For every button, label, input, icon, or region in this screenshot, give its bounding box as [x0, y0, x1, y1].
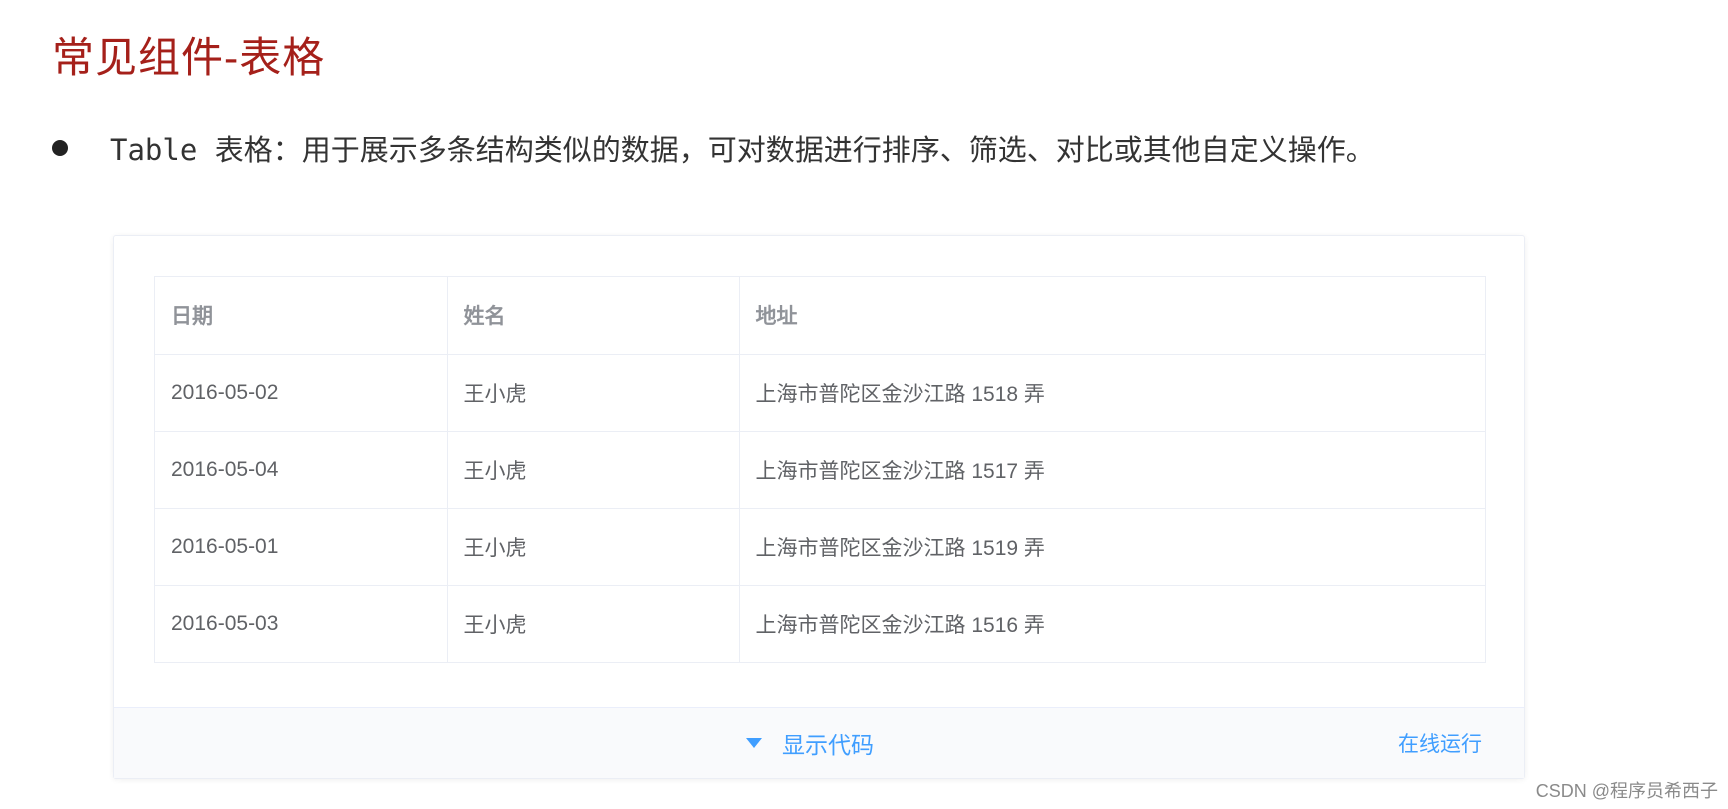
bullet-text: Table 表格：用于展示多条结构类似的数据，可对数据进行排序、筛选、对比或其他… — [110, 133, 1375, 167]
cell-date: 2016-05-04 — [155, 431, 448, 509]
show-code-button[interactable]: 显示代码 — [746, 726, 874, 760]
cell-name: 王小虎 — [447, 585, 740, 662]
cell-name: 王小虎 — [447, 508, 740, 586]
caret-down-icon — [746, 738, 762, 748]
cell-date: 2016-05-03 — [155, 585, 448, 662]
cell-date: 2016-05-01 — [155, 508, 448, 586]
show-code-label: 显示代码 — [782, 732, 874, 758]
cell-name: 王小虎 — [447, 431, 740, 509]
cell-name: 王小虎 — [447, 354, 740, 432]
bullet-dot-icon — [52, 140, 68, 156]
cell-address: 上海市普陀区金沙江路 1518 弄 — [739, 354, 1485, 432]
cell-date: 2016-05-02 — [155, 354, 448, 432]
table-row: 2016-05-03 王小虎 上海市普陀区金沙江路 1516 弄 — [155, 585, 1485, 662]
data-table: 日期 姓名 地址 2016-05-02 王小虎 上海市普陀区金沙江路 1518 … — [154, 276, 1486, 663]
table-row: 2016-05-01 王小虎 上海市普陀区金沙江路 1519 弄 — [155, 508, 1485, 586]
table-row: 2016-05-02 王小虎 上海市普陀区金沙江路 1518 弄 — [155, 354, 1485, 432]
run-online-link[interactable]: 在线运行 — [1398, 728, 1482, 758]
cell-address: 上海市普陀区金沙江路 1519 弄 — [739, 508, 1485, 586]
column-header-date: 日期 — [155, 277, 448, 355]
column-header-name: 姓名 — [447, 277, 740, 355]
watermark: CSDN @程序员希西子 — [1535, 781, 1718, 801]
column-header-address: 地址 — [739, 277, 1485, 355]
slide-title: 常见组件-表格 — [52, 33, 326, 82]
bullet-item: Table 表格：用于展示多条结构类似的数据，可对数据进行排序、筛选、对比或其他… — [52, 124, 1375, 172]
cell-address: 上海市普陀区金沙江路 1516 弄 — [755, 613, 1045, 637]
demo-footer: 显示代码 在线运行 — [114, 707, 1524, 778]
table-header-row: 日期 姓名 地址 — [155, 277, 1485, 355]
demo-block: 日期 姓名 地址 2016-05-02 王小虎 上海市普陀区金沙江路 1518 … — [113, 235, 1525, 779]
cell-address: 上海市普陀区金沙江路 1517 弄 — [739, 431, 1485, 509]
table-row: 2016-05-04 王小虎 上海市普陀区金沙江路 1517 弄 — [155, 431, 1485, 509]
